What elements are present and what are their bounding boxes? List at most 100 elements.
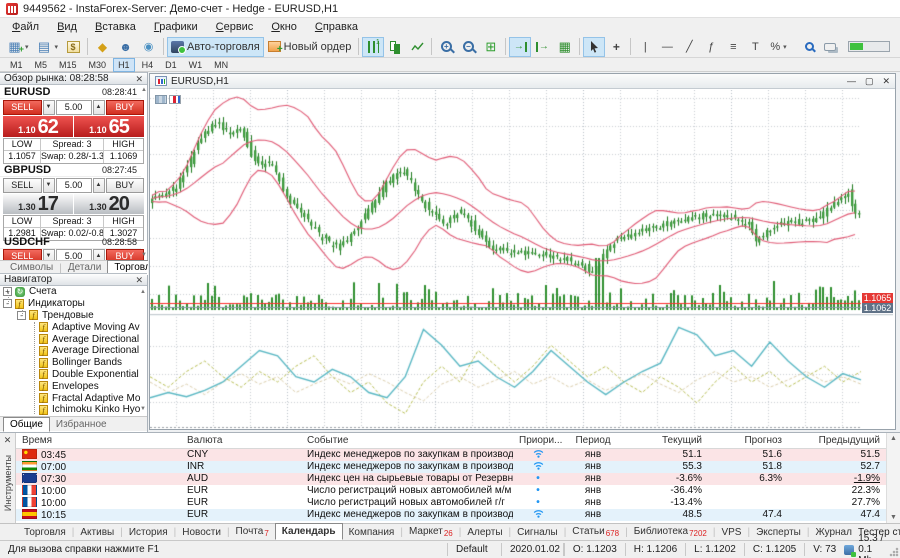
bid-price-button[interactable]: 1.30 17 <box>3 194 73 214</box>
buy-button[interactable]: BUY <box>106 100 145 115</box>
zoom-in-button[interactable]: + <box>435 37 457 57</box>
tree-item-envelopes[interactable]: fEnvelopes <box>0 380 147 392</box>
menu-Графики[interactable]: Графики <box>145 20 207 34</box>
calendar-event-row[interactable]: 03:45CNYИндекс менеджеров по закупкам в … <box>16 449 886 461</box>
menu-Окно[interactable]: Окно <box>262 20 306 34</box>
scroll-down-icon[interactable]: ▼ <box>140 406 146 412</box>
refresh-quotes-button[interactable]: $ <box>62 37 84 57</box>
symbol-row-usdchf[interactable]: USDCHF 08:28:58 <box>0 236 141 249</box>
signals-button[interactable]: ◉ <box>137 37 160 57</box>
volume-down-button[interactable]: ▼ <box>43 100 55 115</box>
new-chart-button[interactable]: ▦▾ <box>3 37 33 57</box>
minimize-icon[interactable]: — <box>847 77 856 86</box>
toolbox-tab-маркет[interactable]: Маркет26 <box>403 524 459 541</box>
tree-item-ichimoku-kinko-hyo[interactable]: fIchimoku Kinko Hyo <box>0 404 147 416</box>
bars-chart-button[interactable]: 1 <box>362 37 384 57</box>
calendar-col-header[interactable]: Валюта <box>181 433 301 448</box>
community-button[interactable]: ☻ <box>114 37 137 57</box>
toolbox-tab-почта[interactable]: Почта7 <box>230 524 275 541</box>
toolbox-tab-новости[interactable]: Новости <box>176 525 227 540</box>
line-chart-button[interactable] <box>406 37 428 57</box>
timeframe-D1[interactable]: D1 <box>160 58 182 72</box>
horizontal-line-button[interactable]: — <box>656 37 678 57</box>
calendar-col-header[interactable]: Приори... <box>513 433 563 448</box>
profiles-button[interactable]: ▤▾ <box>33 37 63 57</box>
tree-item-счета[interactable]: +↻Счета <box>0 286 147 298</box>
crosshair-tool-button[interactable]: + <box>605 37 627 57</box>
toolbox-tab-эксперты[interactable]: Эксперты <box>750 525 807 540</box>
one-click-trading-icon[interactable] <box>155 95 167 104</box>
scroll-down-icon[interactable]: ▼ <box>890 514 897 521</box>
vertical-line-button[interactable]: | <box>634 37 656 57</box>
tree-item-adaptive-moving-av[interactable]: fAdaptive Moving Av <box>0 321 147 333</box>
toolbox-tab-компания[interactable]: Компания <box>343 525 401 540</box>
timeframe-H1[interactable]: H1 <box>113 58 135 72</box>
sell-button[interactable]: SELL <box>3 178 42 193</box>
depth-of-market-icon[interactable] <box>169 95 181 104</box>
symbol-row-gbpusd[interactable]: GBPUSD 08:27:45 <box>0 164 141 177</box>
sell-button[interactable]: SELL <box>3 100 42 115</box>
symbol-row-eurusd[interactable]: EURUSD 08:28:41 <box>0 86 141 99</box>
ask-price-button[interactable]: 1.30 20 <box>74 194 144 214</box>
status-profile[interactable]: Default <box>448 544 501 555</box>
tree-item-average-directional[interactable]: fAverage Directional <box>0 345 147 357</box>
toolbox-tab-статьи[interactable]: Статьи678 <box>566 524 625 541</box>
menu-Справка[interactable]: Справка <box>306 20 367 34</box>
chart-shift-button[interactable]: → <box>531 37 553 57</box>
timeframe-M1[interactable]: M1 <box>5 58 28 72</box>
tree-item-fractal-adaptive-mo[interactable]: fFractal Adaptive Mo <box>0 392 147 404</box>
tab-common[interactable]: Общие <box>3 417 50 432</box>
channel-button[interactable]: ≡ <box>722 37 744 57</box>
tree-item-индикаторы[interactable]: -fИндикаторы <box>0 298 147 310</box>
calendar-col-header[interactable]: Период <box>563 433 623 448</box>
menu-Сервис[interactable]: Сервис <box>207 20 263 34</box>
ask-price-button[interactable]: 1.10 65 <box>74 116 144 137</box>
calendar-event-row[interactable]: 10:00EURЧисло регистраций новых автомоби… <box>16 485 886 497</box>
toolbox-tab-история[interactable]: История <box>123 525 174 540</box>
toolbox-tab-активы[interactable]: Активы <box>74 525 120 540</box>
timeframe-M15[interactable]: M15 <box>54 58 82 72</box>
calendar-col-header[interactable]: Предыдущий <box>788 433 886 448</box>
buy-button[interactable]: BUY <box>106 178 145 193</box>
scroll-up-icon[interactable]: ▲ <box>141 87 147 93</box>
timeframe-MN[interactable]: MN <box>209 58 233 72</box>
close-icon[interactable]: ✕ <box>882 77 890 86</box>
scroll-down-icon[interactable]: ▼ <box>141 252 147 258</box>
calendar-col-header[interactable]: Время <box>16 433 181 448</box>
toolbox-tab-vps[interactable]: VPS <box>715 525 747 540</box>
cursor-tool-button[interactable] <box>583 37 605 57</box>
menu-Вид[interactable]: Вид <box>48 20 86 34</box>
chat-button[interactable] <box>820 37 844 57</box>
tab-favorites[interactable]: Избранное <box>50 418 113 431</box>
calendar-scrollbar[interactable]: ▲ ▼ <box>886 433 900 523</box>
auto-trading-toggle[interactable]: Авто-торговля <box>167 37 264 57</box>
menu-Файл[interactable]: Файл <box>3 20 48 34</box>
close-icon[interactable]: ✕ <box>4 435 12 445</box>
volume-down-button[interactable]: ▼ <box>43 178 55 193</box>
auto-scroll-button[interactable]: → <box>509 37 531 57</box>
chart-window-titlebar[interactable]: EURUSD,H1 — ▢ ✕ <box>150 74 895 89</box>
shapes-button[interactable]: %▾ <box>766 37 790 57</box>
search-button[interactable] <box>798 37 820 57</box>
volume-input[interactable]: 5.00 <box>56 100 92 115</box>
market-button[interactable]: ◆ <box>91 37 114 57</box>
text-tool-button[interactable]: T <box>744 37 766 57</box>
candles-chart-button[interactable] <box>384 37 406 57</box>
timeframe-M30[interactable]: M30 <box>84 58 112 72</box>
toolbox-tab-сигналы[interactable]: Сигналы <box>511 525 564 540</box>
scroll-up-icon[interactable]: ▲ <box>890 435 897 442</box>
tile-windows-button[interactable]: ⊞ <box>479 37 502 57</box>
price-chart-canvas[interactable] <box>150 90 893 429</box>
volume-input[interactable]: 5.00 <box>56 178 92 193</box>
toolbox-tab-календарь[interactable]: Календарь <box>275 523 343 540</box>
close-icon[interactable]: ✕ <box>135 275 143 285</box>
fibonacci-button[interactable]: ƒ <box>700 37 722 57</box>
volume-up-button[interactable]: ▲ <box>93 178 105 193</box>
toolbox-tab-торговля[interactable]: Торговля <box>18 525 72 540</box>
calendar-col-header[interactable]: Событие <box>301 433 513 448</box>
menu-Вставка[interactable]: Вставка <box>86 20 145 34</box>
calendar-event-row[interactable]: 07:30AUDИндекс цен на сырьевые товары от… <box>16 473 886 485</box>
chart-corner-icons[interactable] <box>155 95 181 104</box>
trendline-button[interactable]: ╱ <box>678 37 700 57</box>
new-order-button[interactable]: Новый ордер <box>264 37 356 57</box>
